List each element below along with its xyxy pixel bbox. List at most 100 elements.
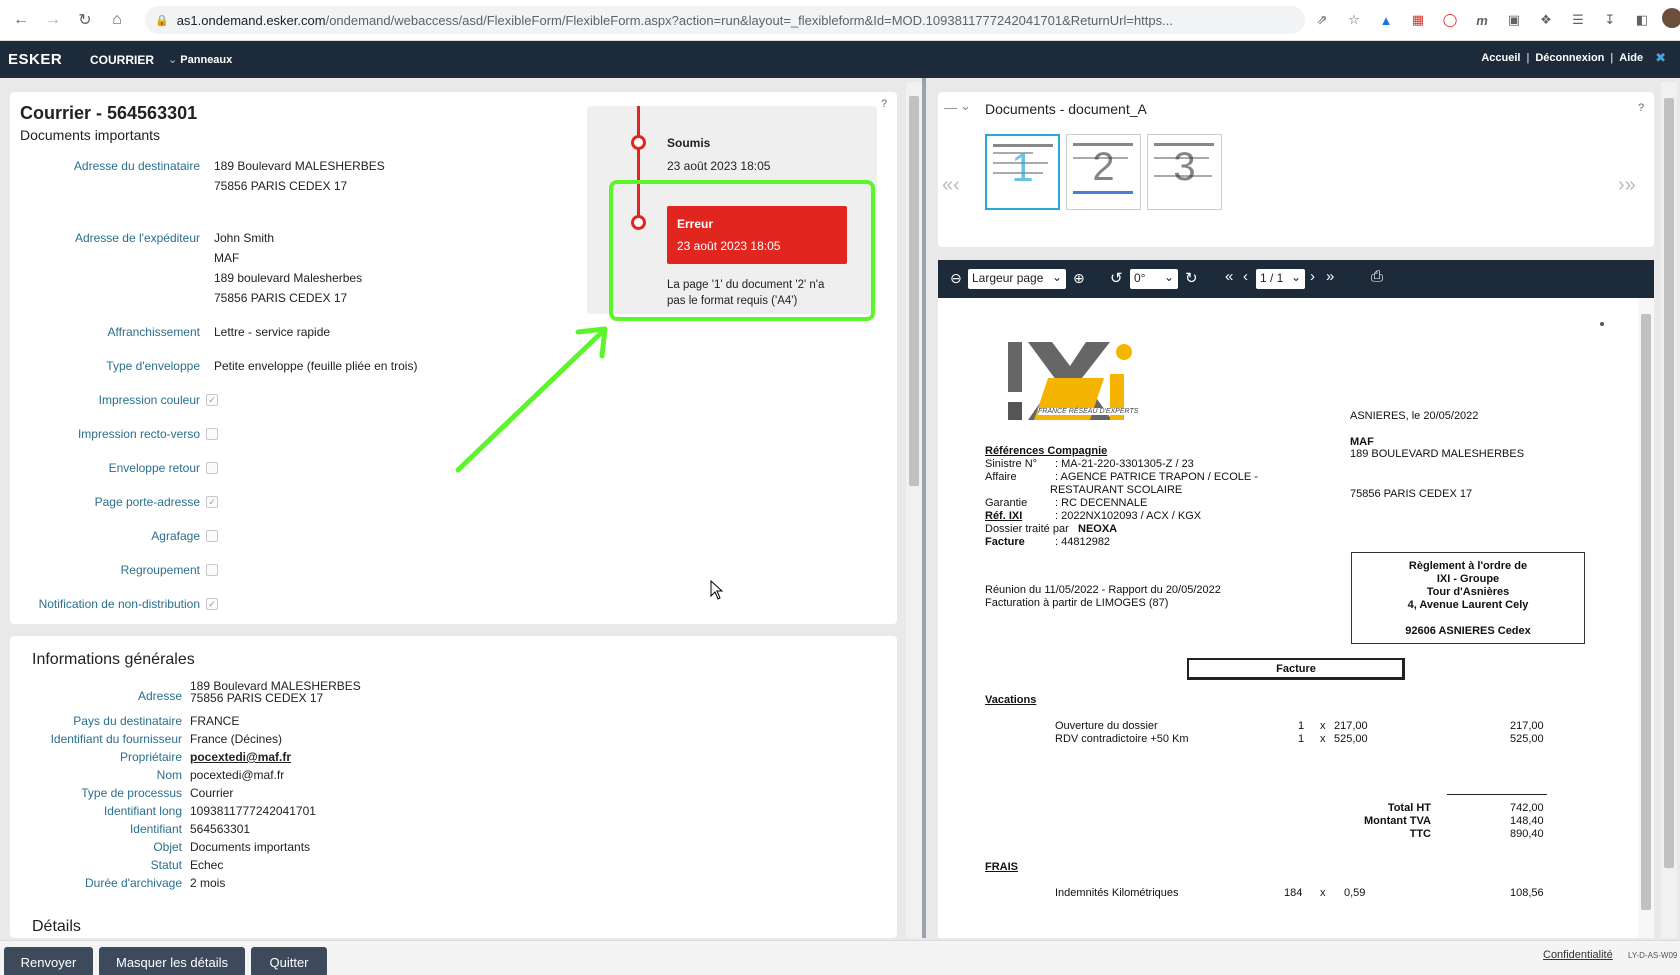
address-label: Adresse [137,689,182,703]
line2-unit: 525,00 [1334,733,1368,745]
case-value-2: RESTAURANT SCOLAIRE [1050,484,1183,496]
zoom-value: Largeur page [972,271,1044,285]
right-scrollbar[interactable] [1661,82,1677,938]
prev-page-icon[interactable]: ‹ [1243,268,1248,285]
hide-details-button[interactable]: Masquer les détails [99,947,245,975]
collapse-icon[interactable]: — [944,100,957,115]
rotation-value: 0° [1134,271,1146,285]
id-value: 564563301 [190,822,251,836]
process-type-label: Type de processus [81,786,182,800]
subject-label: Objet [153,840,182,854]
thumbnail-2[interactable]: 2 [1066,134,1141,210]
quit-button[interactable]: Quitter [251,947,327,975]
privacy-link[interactable]: Confidentialité [1543,949,1613,961]
scrollbar-thumb[interactable] [1641,314,1651,910]
ixi-logo-graphic [1008,342,1132,420]
references-title: Références Compagnie [985,445,1108,457]
last-page-icon[interactable]: ›» [1618,174,1636,197]
payment-line-5: 92606 ASNIERES Cedex [1405,625,1531,637]
chevron-down-icon: ⌄ [1051,270,1062,284]
recipient-name: MAF [1350,436,1374,448]
page-scrollbar[interactable] [1638,298,1654,938]
owner-link[interactable]: pocextedi@maf.fr [190,750,291,764]
ixi-ref-value: : 2022NX102093 / ACX / KGX [1055,510,1202,522]
chevron-down-icon[interactable]: ⌄ [960,98,971,114]
next-page-icon[interactable]: › [1310,268,1315,285]
print-icon[interactable]: ⎙ [1371,268,1383,285]
general-labels: Adresse Pays du destinataire Identifiant… [10,680,182,880]
section-title-general: Informations générales [32,651,195,668]
archive-duration-value: 2 mois [190,876,226,890]
invoice-heading-box: Facture [1187,658,1405,680]
scrollbar-thumb[interactable] [1664,98,1674,868]
thumb-number: 1 [1011,146,1034,190]
first-page-icon[interactable]: « [1225,268,1233,285]
chevron-down-icon: ⌄ [1163,270,1174,284]
claim-label: Sinistre N° [985,458,1038,470]
total-ht-label: Total HT [1387,802,1431,814]
supplier-id-value: France (Décines) [190,732,283,746]
last-page-icon[interactable]: » [1326,268,1334,285]
zoom-select[interactable]: Largeur page ⌄ [968,269,1066,289]
rotate-right-icon[interactable]: ↻ [1185,269,1198,287]
handled-by-label: Dossier traité par [985,523,1069,535]
km-desc: Indemnités Kilométriques [1055,887,1179,899]
line1-desc: Ouverture du dossier [1055,720,1158,732]
first-page-icon[interactable]: «‹ [942,174,960,197]
thumb-line [1073,191,1133,194]
mouse-cursor [710,580,724,600]
guarantee-label: Garantie [985,497,1028,509]
zoom-in-icon[interactable]: ⊕ [1073,270,1085,287]
total-ht-value: 742,00 [1510,802,1544,814]
help-icon[interactable]: ? [1638,102,1644,114]
page-dot [1600,322,1604,326]
payment-line-3: Tour d'Asnières [1426,586,1510,598]
thumbnail-3[interactable]: 3 [1147,134,1222,210]
resend-button[interactable]: Renvoyer [4,947,93,975]
server-code: LY-D-AS-W09 [1628,951,1678,960]
line2-qty: 1 [1298,733,1305,745]
general-info-panel: Informations générales Adresse Pays du d… [10,636,897,938]
meeting-text: Réunion du 11/05/2022 - Rapport du 20/05… [985,584,1221,596]
fees-title: FRAIS [985,861,1018,873]
action-bar: Renvoyer Masquer les détails Quitter Con… [0,940,1680,975]
archive-duration-label: Durée d'archivage [84,876,182,890]
status-label: Statut [150,858,182,872]
rotate-left-icon[interactable]: ↺ [1110,269,1123,287]
logo-tagline: FRANCE RÉSEAU D'EXPERTS [1038,408,1139,415]
line1-qty: 1 [1298,720,1305,732]
invoice-number-value: : 44812982 [1055,536,1111,548]
recipient-city: 75856 PARIS CEDEX 17 [1350,488,1473,500]
km-x: x [1320,887,1326,899]
name-value: pocextedi@maf.fr [190,768,285,782]
long-id-value: 1093811777242041701 [190,804,316,818]
thumb-number: 3 [1173,145,1196,189]
name-label: Nom [156,768,182,782]
invoice-heading: Facture [1276,663,1316,675]
owner-label: Propriétaire [119,750,182,764]
country-label: Pays du destinataire [73,714,182,728]
line1-total: 217,00 [1510,720,1544,732]
payment-line-1: Règlement à l'ordre de [1408,560,1528,572]
long-id-label: Identifiant long [103,804,182,818]
vat-value: 148,40 [1510,815,1544,827]
viewer-toolbar: ⊖ Largeur page ⌄ ⊕ ↺ 0° ⌄ ↻ « ‹ 1 / 1 ⌄ … [938,260,1654,298]
page-select[interactable]: 1 / 1 ⌄ [1256,269,1305,289]
page-value: 1 / 1 [1260,271,1284,285]
line1-unit: 217,00 [1334,720,1368,732]
invoice-city-date: ASNIERES, le 20/05/2022 [1350,410,1479,422]
country-value: FRANCE [190,714,240,728]
handled-by-value: NEOXA [1078,523,1118,535]
claim-value: : MA-21-220-3301305-Z / 23 [1055,458,1194,470]
rotation-select[interactable]: 0° ⌄ [1130,269,1178,289]
chevron-down-icon: ⌄ [1290,270,1301,284]
thumb-number: 2 [1092,145,1115,189]
document-page: FRANCE RÉSEAU D'EXPERTS ASNIERES, le 20/… [938,298,1638,938]
section-title-details: Détails [32,918,81,935]
zoom-out-icon[interactable]: ⊖ [950,270,962,287]
guarantee-value: : RC DECENNALE [1055,497,1148,509]
payment-line-2: IXI - Groupe [1436,573,1500,585]
subject-value: Documents importants [190,840,311,854]
thumbnail-1[interactable]: 1 [985,134,1060,210]
ixi-ref-label: Réf. IXI [985,510,1023,522]
